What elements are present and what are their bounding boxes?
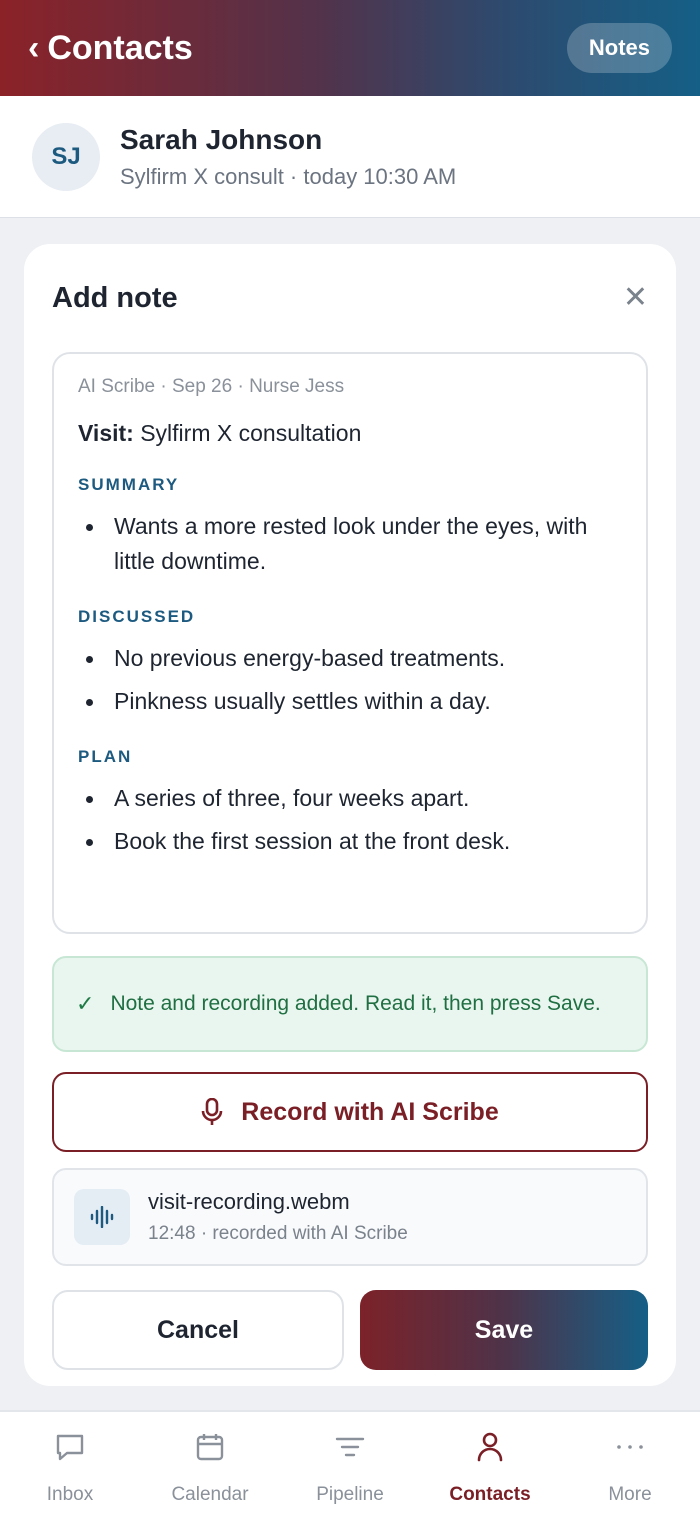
cancel-button[interactable]: Cancel xyxy=(52,1290,344,1370)
tab-contacts[interactable]: Contacts xyxy=(420,1412,560,1514)
record-label: Record with AI Scribe xyxy=(241,1097,499,1126)
bottom-tab-bar: Inbox Calendar Pipeline Contacts More xyxy=(0,1410,700,1514)
list-item: Pinkness usually settles within a day. xyxy=(78,684,622,719)
recording-attachment[interactable]: visit-recording.webm 12:48 · recorded wi… xyxy=(52,1168,648,1266)
note-meta: AI Scribe · Sep 26 · Nurse Jess xyxy=(78,376,345,397)
file-name: visit-recording.webm xyxy=(148,1189,350,1214)
toast-message: Note and recording added. Read it, then … xyxy=(110,992,601,1015)
microphone-icon xyxy=(201,1098,223,1126)
visit-line: Visit: Sylfirm X consultation xyxy=(78,420,622,447)
save-button[interactable]: Save xyxy=(360,1290,648,1370)
person-icon xyxy=(477,1432,503,1462)
back-label: Contacts xyxy=(47,28,193,67)
list-item: No previous energy-based treatments. xyxy=(78,641,622,676)
tab-inbox[interactable]: Inbox xyxy=(0,1412,140,1514)
check-icon: ✓ xyxy=(76,991,95,1016)
add-note-card: Add note ✕ AI Scribe · Sep 26 · Nurse Je… xyxy=(24,244,676,1386)
success-toast: ✓ Note and recording added. Read it, the… xyxy=(52,956,648,1052)
tab-label: Contacts xyxy=(449,1484,531,1505)
close-icon[interactable]: ✕ xyxy=(623,283,648,313)
list-item: Wants a more rested look under the eyes,… xyxy=(78,509,622,579)
contact-header: SJ Sarah Johnson Sylfirm X consult · tod… xyxy=(0,96,700,218)
list-item: Book the first session at the front desk… xyxy=(78,824,622,859)
list-item: A series of three, four weeks apart. xyxy=(78,781,622,816)
tab-calendar[interactable]: Calendar xyxy=(140,1412,280,1514)
card-title: Add note xyxy=(52,281,178,314)
tab-label: Pipeline xyxy=(316,1484,384,1505)
note-editor[interactable]: AI Scribe · Sep 26 · Nurse Jess Visit: S… xyxy=(52,352,648,934)
section-heading-discussed: DISCUSSED xyxy=(78,607,196,626)
tab-label: More xyxy=(608,1484,652,1505)
notes-button[interactable]: Notes xyxy=(566,23,672,73)
filter-lines-icon xyxy=(335,1432,365,1462)
chevron-left-icon: ‹ xyxy=(28,29,40,67)
section-heading-summary: SUMMARY xyxy=(78,475,180,494)
audio-waveform-icon xyxy=(74,1189,130,1245)
section-heading-plan: PLAN xyxy=(78,747,133,766)
more-dots-icon xyxy=(615,1432,645,1462)
avatar: SJ xyxy=(32,122,100,191)
file-subtitle: 12:48 · recorded with AI Scribe xyxy=(148,1223,408,1244)
tab-more[interactable]: More xyxy=(560,1412,700,1514)
top-bar: ‹ Contacts Notes xyxy=(0,0,700,96)
calendar-icon xyxy=(195,1432,225,1462)
chat-bubble-icon xyxy=(55,1432,85,1462)
tab-label: Inbox xyxy=(46,1484,94,1505)
record-ai-scribe-button[interactable]: Record with AI Scribe xyxy=(52,1072,648,1152)
visit-label: Visit: xyxy=(78,420,134,446)
visit-value: Sylfirm X consultation xyxy=(133,420,362,446)
contact-name: Sarah Johnson xyxy=(120,123,323,155)
back-to-contacts-button[interactable]: ‹ Contacts xyxy=(28,29,193,68)
tab-pipeline[interactable]: Pipeline xyxy=(280,1412,420,1514)
contact-subtitle: Sylfirm X consult · today 10:30 AM xyxy=(120,163,457,189)
tab-label: Calendar xyxy=(171,1484,249,1505)
